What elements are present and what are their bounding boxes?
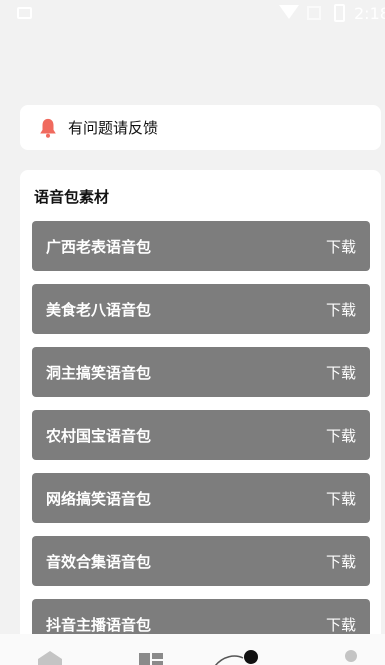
voice-pack-item[interactable]: 美食老八语音包 下载 [32,284,370,334]
feedback-label: 有问题请反馈 [68,119,159,137]
voice-pack-name: 洞主搞笑语音包 [46,363,152,382]
voice-pack-item[interactable]: 农村国宝语音包 下载 [32,410,370,460]
download-button[interactable]: 下载 [326,236,356,257]
voice-pack-card: 语音包素材 广西老表语音包 下载 美食老八语音包 下载 洞主搞笑语音包 下载 农… [20,170,381,665]
bell-icon [40,118,56,138]
voice-pack-name: 网络搞笑语音包 [46,489,152,508]
voice-pack-name: 音效合集语音包 [46,552,152,571]
grid-icon[interactable] [139,653,163,665]
status-bar: 2:18 [0,0,385,30]
status-time: 2:18 [354,4,385,23]
voice-pack-name: 美食老八语音包 [46,300,152,319]
download-button[interactable]: 下载 [326,362,356,383]
notification-icon [17,7,32,19]
voice-pack-item[interactable]: 广西老表语音包 下载 [32,221,370,271]
voice-pack-list: 广西老表语音包 下载 美食老八语音包 下载 洞主搞笑语音包 下载 农村国宝语音包… [32,221,370,662]
wifi-icon [279,5,299,19]
voice-pack-name: 农村国宝语音包 [46,426,152,445]
download-button[interactable]: 下载 [326,614,356,635]
signal-icon [307,6,321,20]
profile-icon[interactable] [343,650,359,665]
download-button[interactable]: 下载 [326,551,356,572]
voice-pack-item[interactable]: 音效合集语音包 下载 [32,536,370,586]
voice-pack-name: 抖音主播语音包 [46,615,152,634]
voice-pack-name: 广西老表语音包 [46,237,152,256]
voice-pack-item[interactable]: 洞主搞笑语音包 下载 [32,347,370,397]
battery-icon [334,4,345,22]
download-button[interactable]: 下载 [326,488,356,509]
bottom-nav [0,634,385,665]
download-button[interactable]: 下载 [326,425,356,446]
section-title: 语音包素材 [34,188,110,206]
home-icon[interactable] [38,651,62,665]
center-icon[interactable] [213,650,263,665]
voice-pack-item[interactable]: 网络搞笑语音包 下载 [32,473,370,523]
download-button[interactable]: 下载 [326,299,356,320]
feedback-card[interactable]: 有问题请反馈 [20,105,381,150]
